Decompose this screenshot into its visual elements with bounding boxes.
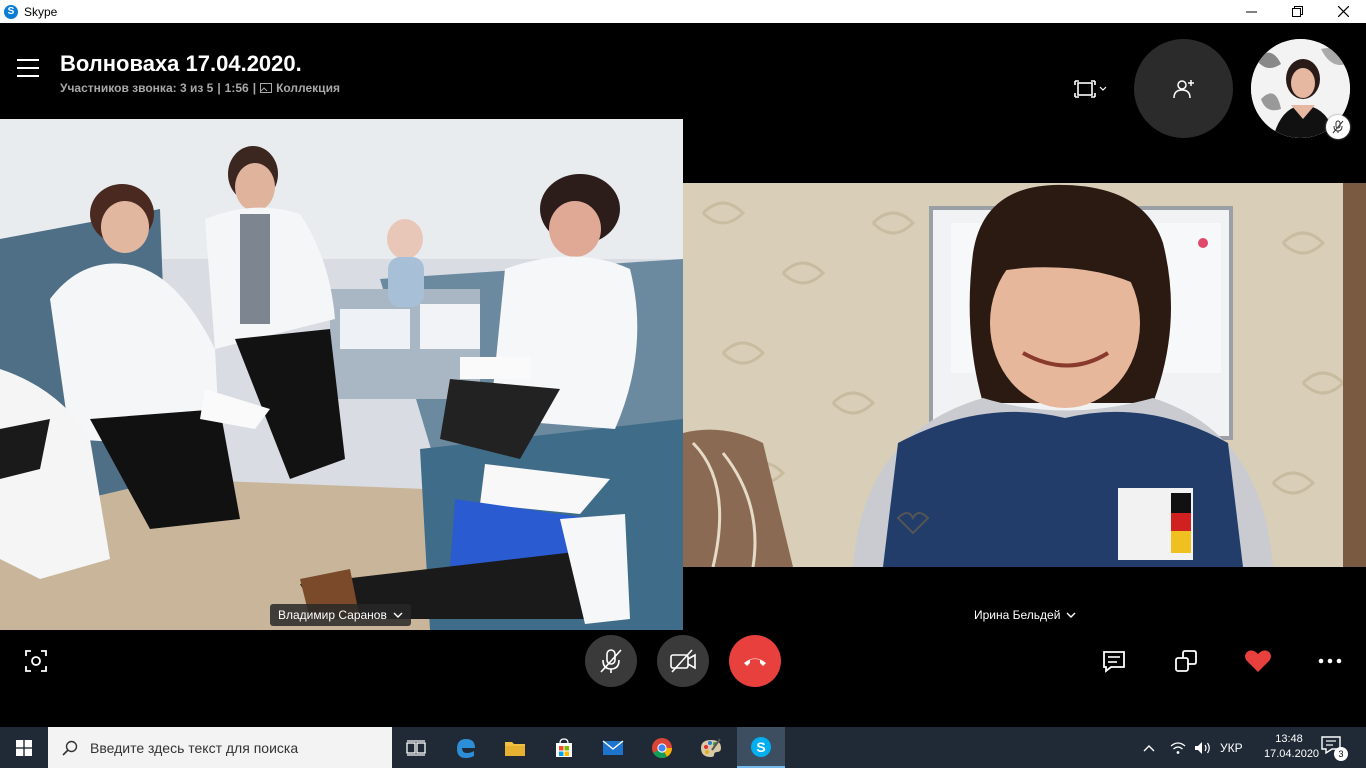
react-button[interactable] — [1243, 647, 1273, 675]
task-view-icon — [406, 739, 426, 756]
mail-icon — [602, 739, 624, 755]
show-hidden-icons-icon[interactable] — [1142, 743, 1156, 753]
end-call-button[interactable] — [729, 635, 781, 687]
mic-off-icon — [600, 649, 622, 673]
action-center-button[interactable]: 3 — [1320, 735, 1348, 761]
windows-logo-icon — [16, 739, 32, 756]
volume-icon[interactable] — [1194, 741, 1212, 755]
add-person-icon — [1172, 79, 1194, 98]
menu-button[interactable] — [17, 59, 39, 77]
screen-share-icon — [1175, 650, 1197, 672]
call-title: Волноваха 17.04.2020. — [60, 51, 302, 76]
video-off-icon — [670, 649, 696, 673]
more-icon — [1318, 658, 1342, 664]
participant-name-label: Ирина Бельдей — [974, 608, 1061, 622]
hang-up-icon — [744, 658, 766, 666]
system-tray: УКР — [1142, 727, 1243, 768]
video-toggle-button[interactable] — [657, 635, 709, 687]
clock-date: 17.04.2020 — [1264, 748, 1320, 760]
view-layout-button[interactable] — [1074, 77, 1114, 101]
call-subtitle: Участников звонка: 3 из 5 | 1:56 | Колле… — [60, 81, 340, 95]
chevron-down-icon — [393, 612, 403, 618]
separator: | — [217, 81, 221, 95]
start-button[interactable] — [0, 727, 48, 768]
fullscreen-icon — [1074, 80, 1096, 98]
chat-icon — [1103, 651, 1125, 673]
taskbar-app-paint[interactable] — [687, 727, 735, 768]
taskbar-app-store[interactable] — [540, 727, 588, 768]
taskbar-clock[interactable]: 13:48 17.04.2020 — [1264, 732, 1320, 762]
share-screen-button[interactable] — [1172, 647, 1200, 675]
edge-icon — [457, 738, 475, 758]
snapshot-button[interactable] — [22, 647, 50, 675]
participant-video-right[interactable] — [683, 183, 1366, 567]
notification-count-badge: 3 — [1334, 747, 1348, 761]
participant-name-right[interactable]: Ирина Бельдей — [966, 604, 1084, 626]
chevron-down-icon — [1099, 86, 1107, 91]
window-title: Skype — [24, 4, 58, 19]
add-participant-button[interactable] — [1134, 39, 1233, 138]
gallery-icon — [260, 83, 273, 93]
mute-button[interactable] — [585, 635, 637, 687]
menu-icon-line — [17, 75, 39, 77]
search-icon — [62, 740, 78, 756]
paint-palette-icon — [701, 737, 721, 757]
collection-link[interactable]: Коллекция — [276, 81, 340, 95]
taskbar-app-explorer[interactable] — [491, 727, 539, 768]
open-chat-button[interactable] — [1100, 647, 1128, 675]
taskbar-app-mail[interactable] — [589, 727, 637, 768]
close-icon — [1337, 6, 1349, 17]
network-wifi-icon[interactable] — [1170, 741, 1186, 755]
call-screen: Волноваха 17.04.2020. Участников звонка:… — [0, 23, 1366, 727]
chevron-down-icon — [1066, 612, 1076, 618]
taskbar-app-chrome[interactable] — [638, 727, 686, 768]
menu-icon-line — [17, 67, 39, 69]
minimize-icon — [1245, 11, 1257, 13]
svg-text:S: S — [756, 739, 765, 755]
video-frame — [683, 183, 1366, 567]
heart-icon — [1245, 650, 1271, 672]
participant-count: Участников звонка: 3 из 5 — [60, 81, 214, 95]
video-frame — [0, 119, 683, 630]
participant-name-label: Владимир Саранов — [278, 608, 387, 622]
camera-snapshot-icon — [25, 650, 47, 672]
task-view-button[interactable] — [392, 727, 440, 768]
self-mic-off-badge — [1326, 115, 1350, 139]
restore-button[interactable] — [1274, 0, 1320, 23]
folder-icon — [505, 741, 525, 756]
search-placeholder: Введите здесь текст для поиска — [90, 739, 299, 756]
input-language[interactable]: УКР — [1220, 741, 1243, 755]
window-titlebar: S Skype — [0, 0, 1366, 23]
skype-logo-icon: S — [4, 4, 18, 19]
more-options-button[interactable] — [1315, 647, 1345, 675]
mic-off-icon — [1332, 120, 1344, 134]
separator: | — [252, 81, 257, 95]
restore-icon — [1291, 6, 1303, 17]
taskbar-app-skype[interactable]: S — [737, 727, 785, 768]
clock-time: 13:48 — [1275, 733, 1303, 745]
store-icon — [556, 737, 572, 757]
windows-taskbar: Введите здесь текст для поиска S УКР 13:… — [0, 727, 1366, 768]
menu-icon — [17, 59, 39, 61]
participant-name-left[interactable]: Владимир Саранов — [270, 604, 411, 626]
taskbar-search[interactable]: Введите здесь текст для поиска — [48, 727, 392, 768]
taskbar-app-edge[interactable] — [442, 727, 490, 768]
participant-video-left[interactable] — [0, 119, 683, 630]
window-controls — [1228, 0, 1366, 23]
skype-icon: S — [751, 736, 771, 757]
call-duration: 1:56 — [224, 81, 249, 95]
minimize-button[interactable] — [1228, 0, 1274, 23]
close-button[interactable] — [1320, 0, 1366, 23]
chrome-icon — [652, 737, 673, 758]
